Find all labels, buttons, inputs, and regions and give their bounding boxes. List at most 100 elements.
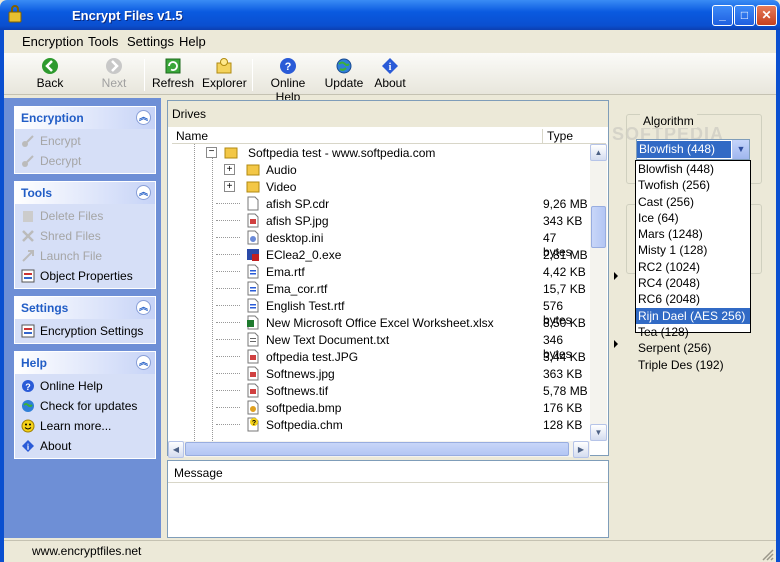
learn-more-item[interactable]: Learn more... [15, 416, 155, 436]
algorithm-option[interactable]: Twofish (256) [636, 177, 750, 193]
window-title: Encrypt Files v1.5 [72, 8, 183, 23]
scroll-left-button[interactable]: ◀ [168, 441, 184, 458]
name-column-header[interactable]: Name [176, 129, 208, 143]
status-bar: www.encryptfiles.net [4, 540, 776, 562]
algorithm-option[interactable]: RC6 (2048) [636, 291, 750, 307]
next-arrow-icon [106, 58, 122, 74]
file-size: 15,7 KB [543, 282, 586, 296]
collapse-toggle[interactable]: − [206, 147, 217, 158]
file-size: 3,44 KB [543, 350, 586, 364]
algorithm-option[interactable]: Triple Des (192) [636, 357, 750, 373]
update-button[interactable]: Update [324, 55, 364, 93]
panel-splitter[interactable] [612, 270, 620, 350]
algorithm-option[interactable]: Serpent (256) [636, 340, 750, 356]
algorithm-option[interactable]: Cast (256) [636, 194, 750, 210]
object-properties-item[interactable]: Object Properties [15, 266, 155, 286]
shred-files-item[interactable]: Shred Files [15, 226, 155, 246]
folder-icon [246, 181, 260, 193]
back-button[interactable]: Back [32, 55, 68, 93]
check-updates-item[interactable]: Check for updates [15, 396, 155, 416]
svg-text:i: i [389, 62, 392, 73]
collapse-icon[interactable]: ︽ [136, 355, 151, 370]
vertical-scrollbar[interactable]: ▲ ▼ [590, 144, 607, 441]
tree-file-row[interactable]: Ema.rtf 4,42 KB [168, 263, 588, 280]
online-help-label: Online Help [40, 379, 103, 393]
algorithm-option[interactable]: Rijn Dael (AES 256) [636, 307, 750, 324]
about-button[interactable]: i About [372, 55, 408, 93]
encryption-settings-item[interactable]: Encryption Settings [15, 321, 155, 341]
tree-file-row[interactable]: New Microsoft Office Excel Worksheet.xls… [168, 314, 588, 331]
expand-toggle[interactable]: + [224, 181, 235, 192]
settings-group-header[interactable]: Settings ︽ [15, 297, 155, 319]
about-item[interactable]: i About [15, 436, 155, 456]
menu-settings[interactable]: Settings [127, 34, 174, 49]
tree-file-row[interactable]: afish SP.jpg 343 KB [168, 212, 588, 229]
paint-icon [247, 400, 259, 415]
algorithm-option[interactable]: Ice (64) [636, 210, 750, 226]
explorer-label: Explorer [202, 76, 247, 90]
scroll-right-button[interactable]: ▶ [573, 441, 589, 458]
next-button[interactable]: Next [96, 55, 132, 93]
type-column-header[interactable]: Type [542, 129, 573, 144]
scroll-up-button[interactable]: ▲ [590, 144, 607, 161]
menu-help[interactable]: Help [179, 34, 206, 49]
algorithm-option[interactable]: Blowfish (448) [636, 161, 750, 177]
resize-grip-icon[interactable] [760, 547, 774, 561]
toolbar-separator [144, 59, 145, 91]
svg-text:?: ? [285, 61, 292, 73]
status-text: www.encryptfiles.net [32, 544, 142, 558]
scroll-down-button[interactable]: ▼ [590, 424, 607, 441]
file-name: Ema.rtf [266, 265, 305, 279]
tree-file-row[interactable]: English Test.rtf 576 bytes [168, 297, 588, 327]
close-button[interactable]: ✕ [756, 5, 777, 26]
encryption-settings-label: Encryption Settings [40, 324, 144, 338]
rtf-icon [247, 281, 259, 296]
tree-file-row[interactable]: New Text Document.txt 346 bytes [168, 331, 588, 361]
encryption-group-header[interactable]: Encryption ︽ [15, 107, 155, 129]
tree-file-row[interactable]: Softnews.jpg 363 KB [168, 365, 588, 382]
horizontal-scrollbar[interactable]: ◀ ▶ [168, 441, 590, 458]
tools-group-header[interactable]: Tools ︽ [15, 182, 155, 204]
algorithm-option[interactable]: Tea (128) [636, 324, 750, 340]
online-help-button[interactable]: ? Online Help [258, 55, 318, 104]
collapse-icon[interactable]: ︽ [136, 110, 151, 125]
tree-file-row[interactable]: softpedia.bmp 176 KB [168, 399, 588, 416]
tree-folder-row[interactable]: + Video [168, 178, 588, 195]
help-group-header[interactable]: Help ︽ [15, 352, 155, 374]
tree-file-row[interactable]: EClea2_0.exe 2,81 MB [168, 246, 588, 263]
tree-file-row[interactable]: ? Softpedia.chm 128 KB [168, 416, 588, 433]
expand-toggle[interactable]: + [224, 164, 235, 175]
launch-file-item[interactable]: Launch File [15, 246, 155, 266]
hscroll-thumb[interactable] [185, 442, 569, 456]
chevron-down-icon[interactable]: ▼ [732, 140, 749, 159]
refresh-button[interactable]: Refresh [152, 55, 194, 93]
tree-file-row[interactable]: Softnews.tif 5,78 MB [168, 382, 588, 399]
back-label: Back [36, 76, 64, 90]
tree-file-row[interactable]: oftpedia test.JPG 3,44 KB [168, 348, 588, 365]
tree-file-row[interactable]: Ema_cor.rtf 15,7 KB [168, 280, 588, 297]
tree-file-row[interactable]: afish SP.cdr 9,26 MB [168, 195, 588, 212]
scroll-thumb[interactable] [591, 206, 606, 248]
menu-tools[interactable]: Tools [88, 34, 118, 49]
delete-icon [23, 211, 33, 222]
tools-group: Tools ︽ Delete Files Shred Files Launch F… [14, 181, 156, 289]
algorithm-option[interactable]: RC4 (2048) [636, 275, 750, 291]
tree-folder-row[interactable]: + Audio [168, 161, 588, 178]
algorithm-select[interactable]: Blowfish (448) ▼ [636, 139, 750, 160]
collapse-icon[interactable]: ︽ [136, 185, 151, 200]
decrypt-item[interactable]: Decrypt [15, 151, 155, 171]
algorithm-option[interactable]: Misty 1 (128) [636, 242, 750, 258]
minimize-button[interactable]: _ [712, 5, 733, 26]
tree-file-row[interactable]: desktop.ini 47 bytes [168, 229, 588, 259]
menu-encryption[interactable]: Encryption [22, 34, 83, 49]
online-help-item[interactable]: ? Online Help [15, 376, 155, 396]
algorithm-option[interactable]: RC2 (1024) [636, 259, 750, 275]
explorer-button[interactable]: Explorer [202, 55, 247, 93]
algorithm-option[interactable]: Mars (1248) [636, 226, 750, 242]
collapse-icon[interactable]: ︽ [136, 300, 151, 315]
encrypt-item[interactable]: Encrypt [15, 131, 155, 151]
toolbar: Back Next Refresh Explorer ? Online Help… [4, 53, 776, 104]
delete-files-item[interactable]: Delete Files [15, 206, 155, 226]
maximize-button[interactable]: □ [734, 5, 755, 26]
tree-root-row[interactable]: − Softpedia test - www.softpedia.com [168, 144, 588, 161]
